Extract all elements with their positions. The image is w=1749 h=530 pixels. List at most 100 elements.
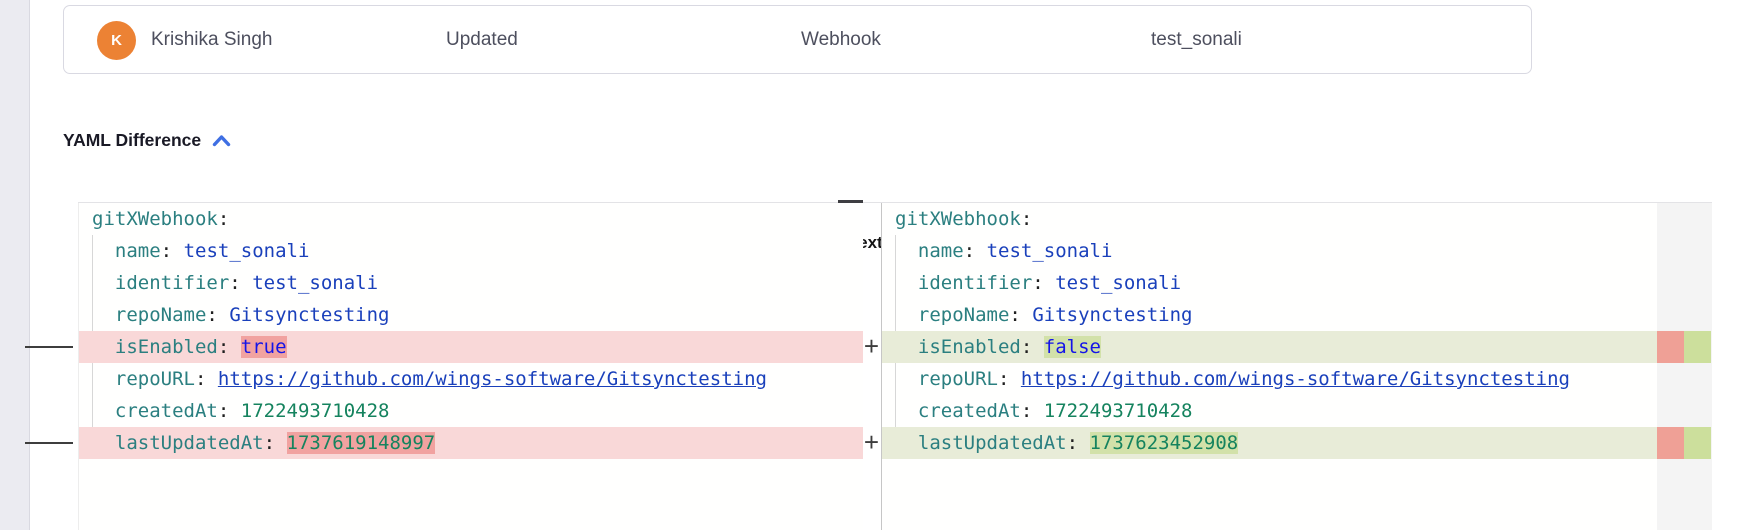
code-token: test_sonali bbox=[184, 240, 310, 262]
code-token bbox=[92, 400, 115, 422]
code-token bbox=[895, 272, 918, 294]
code-token bbox=[1044, 272, 1055, 294]
code-token bbox=[229, 400, 240, 422]
code-token: false bbox=[1044, 336, 1101, 358]
resource-type-label: Webhook bbox=[801, 6, 881, 73]
chevron-up-icon[interactable] bbox=[212, 131, 231, 152]
removed-line-marker-icon bbox=[25, 442, 73, 444]
diff-line: repoName: Gitsynctesting bbox=[79, 299, 863, 331]
user-name: Krishika Singh bbox=[151, 6, 272, 73]
code-token: 1722493710428 bbox=[1044, 400, 1193, 422]
code-token: Gitsynctesting bbox=[1032, 304, 1192, 326]
code-token: repoName bbox=[115, 304, 207, 326]
code-token: lastUpdatedAt bbox=[918, 432, 1067, 454]
code-token: gitXWebhook bbox=[895, 208, 1021, 230]
code-token bbox=[1032, 336, 1043, 358]
code-token bbox=[975, 240, 986, 262]
code-token: 1737619148997 bbox=[287, 432, 436, 454]
action-label: Updated bbox=[446, 6, 518, 73]
code-token: : bbox=[206, 304, 217, 326]
code-token: : bbox=[218, 400, 229, 422]
left-rail bbox=[0, 0, 30, 530]
code-token: : bbox=[1067, 432, 1078, 454]
code-token: gitXWebhook bbox=[92, 208, 218, 230]
code-token: : bbox=[218, 336, 229, 358]
code-token: isEnabled bbox=[115, 336, 218, 358]
code-token bbox=[1078, 432, 1089, 454]
code-token: : bbox=[1032, 272, 1043, 294]
code-token: name bbox=[115, 240, 161, 262]
yaml-diff-right-editor[interactable]: gitXWebhook: name: test_sonali identifie… bbox=[881, 203, 1657, 530]
code-token: repoName bbox=[918, 304, 1010, 326]
code-token bbox=[895, 240, 918, 262]
code-token: : bbox=[998, 368, 1009, 390]
code-token bbox=[206, 368, 217, 390]
audit-log-row[interactable]: K Krishika Singh Updated Webhook test_so… bbox=[63, 5, 1532, 74]
page: K Krishika Singh Updated Webhook test_so… bbox=[0, 0, 1749, 530]
repo-url-link[interactable]: https://github.com/wings-software/Gitsyn… bbox=[218, 368, 767, 390]
diff-line: createdAt: 1722493710428 bbox=[79, 395, 863, 427]
diff-line: identifier: test_sonali bbox=[882, 267, 1657, 299]
code-token: : bbox=[229, 272, 240, 294]
code-token: Gitsynctesting bbox=[229, 304, 389, 326]
code-token bbox=[895, 368, 918, 390]
overview-ruler[interactable] bbox=[1657, 203, 1712, 530]
code-token: identifier bbox=[918, 272, 1032, 294]
diff-line: repoURL: https://github.com/wings-softwa… bbox=[79, 363, 863, 395]
code-token bbox=[92, 240, 115, 262]
code-token bbox=[895, 336, 918, 358]
code-token bbox=[172, 240, 183, 262]
code-token bbox=[241, 272, 252, 294]
code-token: : bbox=[1021, 400, 1032, 422]
code-token bbox=[1032, 400, 1043, 422]
resource-name-label: test_sonali bbox=[1151, 6, 1242, 73]
diff-line: lastUpdatedAt: 1737623452908 bbox=[882, 427, 1657, 459]
diff-line: gitXWebhook: bbox=[882, 203, 1657, 235]
code-token: test_sonali bbox=[987, 240, 1113, 262]
diff-line: repoURL: https://github.com/wings-softwa… bbox=[882, 363, 1657, 395]
yaml-difference-title: YAML Difference bbox=[63, 130, 201, 151]
yaml-diff-left-editor[interactable]: gitXWebhook: name: test_sonali identifie… bbox=[78, 203, 863, 530]
code-token bbox=[275, 432, 286, 454]
code-token bbox=[895, 432, 918, 454]
code-token: : bbox=[195, 368, 206, 390]
code-token bbox=[1021, 304, 1032, 326]
avatar: K bbox=[97, 21, 136, 60]
code-token bbox=[895, 304, 918, 326]
diff-line: gitXWebhook: bbox=[79, 203, 863, 235]
code-token: : bbox=[1009, 304, 1020, 326]
code-token: true bbox=[241, 336, 287, 358]
code-token: test_sonali bbox=[1055, 272, 1181, 294]
code-token: : bbox=[1021, 336, 1032, 358]
yaml-difference-header: YAML Difference bbox=[63, 129, 231, 152]
code-token: 1737623452908 bbox=[1090, 432, 1239, 454]
diff-line: isEnabled: false bbox=[882, 331, 1657, 363]
ruler-removed-block bbox=[1657, 331, 1684, 363]
diff-line: name: test_sonali bbox=[882, 235, 1657, 267]
code-token: lastUpdatedAt bbox=[115, 432, 264, 454]
code-token: : bbox=[218, 208, 229, 230]
added-line-marker-icon: + bbox=[861, 331, 882, 363]
ruler-added-block bbox=[1684, 331, 1711, 363]
code-token: createdAt bbox=[115, 400, 218, 422]
removed-line-marker-icon bbox=[25, 346, 73, 348]
code-token: : bbox=[964, 240, 975, 262]
code-token: : bbox=[264, 432, 275, 454]
repo-url-link[interactable]: https://github.com/wings-software/Gitsyn… bbox=[1021, 368, 1570, 390]
code-token bbox=[92, 368, 115, 390]
code-token: createdAt bbox=[918, 400, 1021, 422]
code-token bbox=[92, 304, 115, 326]
code-token bbox=[218, 304, 229, 326]
code-token bbox=[92, 336, 115, 358]
added-line-marker-icon: + bbox=[861, 427, 882, 459]
code-token: repoURL bbox=[115, 368, 195, 390]
code-token: : bbox=[161, 240, 172, 262]
diff-line: lastUpdatedAt: 1737619148997 bbox=[79, 427, 863, 459]
diff-line: repoName: Gitsynctesting bbox=[882, 299, 1657, 331]
diff-line: name: test_sonali bbox=[79, 235, 863, 267]
diff-line: identifier: test_sonali bbox=[79, 267, 863, 299]
diff-line: isEnabled: true bbox=[79, 331, 863, 363]
ruler-removed-block bbox=[1657, 427, 1684, 459]
code-token: 1722493710428 bbox=[241, 400, 390, 422]
code-token: isEnabled bbox=[918, 336, 1021, 358]
